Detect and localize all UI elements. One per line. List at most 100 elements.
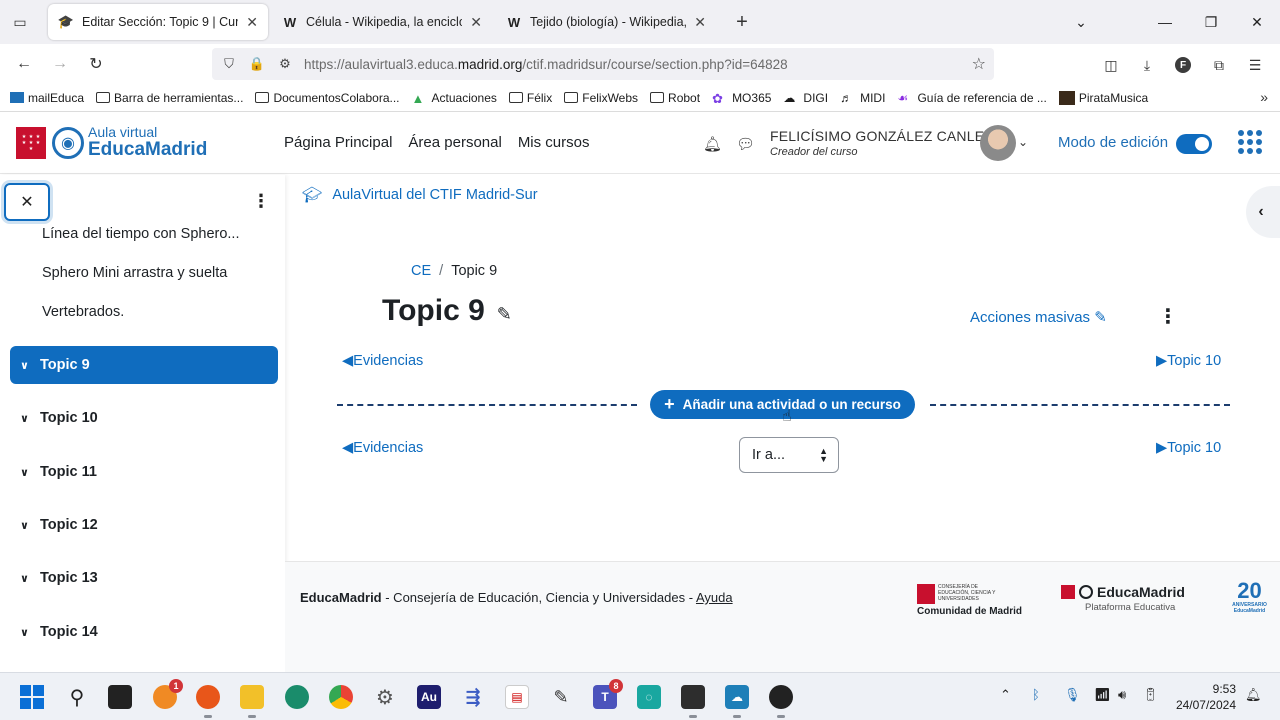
inkscape-icon[interactable]: ✎	[549, 685, 573, 709]
drawer-section-topic-12[interactable]: ∨ Topic 12	[10, 506, 278, 544]
edit-pencil-icon[interactable]: ✎	[497, 304, 512, 325]
drawer-options-icon[interactable]: ⋮	[252, 191, 270, 212]
system-clock[interactable]: 9:53 24/07/2024	[1172, 681, 1236, 713]
bookmark-star-icon[interactable]: ☆	[972, 54, 986, 74]
bookmarks-overflow-icon[interactable]: »	[1260, 89, 1268, 105]
audition-icon[interactable]: Au	[417, 685, 441, 709]
nav-pagina-principal[interactable]: Página Principal	[284, 134, 392, 151]
bookmark-folder[interactable]: FelixWebs	[564, 91, 638, 105]
chevron-down-icon[interactable]: ∨	[20, 626, 40, 639]
chevron-down-icon[interactable]: ∨	[20, 572, 40, 585]
microphone-icon[interactable]: 🎙︎	[1064, 687, 1081, 703]
edge-icon[interactable]	[285, 685, 309, 709]
chevron-down-icon[interactable]: ∨	[20, 466, 40, 479]
bookmark-guia[interactable]: ☙ Guía de referencia de ...	[897, 91, 1046, 105]
back-arrow-icon[interactable]: ←	[12, 52, 36, 76]
educamadrid-logo[interactable]: ★ ★ ★ ★ ★ ★ ★ ◉ Aula virtual EducaMadrid	[16, 125, 207, 161]
permissions-icon[interactable]: ⚙	[274, 56, 296, 72]
tab-editar-seccion[interactable]: 🎓 Editar Sección: Topic 9 | Curso e ✕	[48, 4, 268, 40]
tray-chevron-up-icon[interactable]: ⌃	[1000, 687, 1011, 703]
lock-icon[interactable]: 🔒	[246, 56, 268, 72]
nav-area-personal[interactable]: Área personal	[408, 134, 501, 151]
reload-icon[interactable]: ↻	[84, 52, 108, 76]
close-tab-icon[interactable]: ✕	[470, 14, 482, 31]
jump-to-select[interactable]: Ir a... ▲ ▼	[739, 437, 839, 473]
chevron-down-icon[interactable]: ⌄	[1018, 135, 1028, 149]
bookmark-midi[interactable]: ♬ MIDI	[840, 91, 885, 105]
battery-icon[interactable]: 🔋︎	[1142, 687, 1159, 703]
minimize-icon[interactable]: —	[1142, 0, 1188, 44]
chevron-down-icon[interactable]: ∨	[20, 519, 40, 532]
bookmark-folder[interactable]: Félix	[508, 91, 552, 105]
tab-celula[interactable]: W Célula - Wikipedia, la enciclope ✕	[272, 4, 492, 40]
tab-overflow-chevron-icon[interactable]: ⌄	[1058, 0, 1104, 44]
obs-icon[interactable]	[769, 685, 793, 709]
bookmark-digi[interactable]: ☁ DIGI	[783, 91, 828, 105]
drawer-section-topic-13[interactable]: ∨ Topic 13	[10, 559, 278, 597]
prev-section-link[interactable]: ◀Evidencias	[342, 353, 423, 369]
notes-app-icon[interactable]	[681, 685, 705, 709]
help-link[interactable]: Ayuda	[696, 590, 733, 605]
shield-icon[interactable]: ⛉	[218, 56, 240, 72]
url-text[interactable]: https://aulavirtual3.educa.madrid.org/ct…	[304, 57, 788, 72]
notification-bell-icon[interactable]: 🔔︎	[1245, 687, 1262, 703]
firefox-icon[interactable]	[196, 685, 220, 709]
drawer-section-topic-14[interactable]: ∨ Topic 14	[10, 613, 278, 651]
user-menu[interactable]: FELICÍSIMO GONZÁLEZ CANLE Creador del cu…	[770, 128, 984, 158]
bell-icon[interactable]: 🔔︎	[703, 135, 722, 153]
prev-section-link-bottom[interactable]: ◀Evidencias	[342, 440, 423, 456]
tab-list-icon[interactable]: ▭	[0, 0, 40, 44]
file-explorer-icon[interactable]	[240, 685, 264, 709]
drawer-activity-item[interactable]: Vertebrados.	[42, 304, 124, 320]
document-app-icon[interactable]: ▤	[505, 685, 529, 709]
close-tab-icon[interactable]: ✕	[246, 14, 258, 31]
bookmark-pirata[interactable]: PirataMusica	[1058, 90, 1148, 105]
profile-avatar-icon[interactable]: F	[1172, 54, 1194, 76]
drawer-section-topic-11[interactable]: ∨ Topic 11	[10, 453, 278, 491]
bulk-actions-link[interactable]: Acciones masivas ✎	[970, 308, 1107, 326]
speaker-icon[interactable]: 🔊︎	[1118, 687, 1126, 703]
chevron-down-icon[interactable]: ∨	[20, 359, 40, 372]
power-automate-icon[interactable]: ⇶	[461, 685, 485, 709]
section-options-icon[interactable]: ⋮	[1158, 304, 1178, 329]
next-section-link-bottom[interactable]: ▶Topic 10	[1156, 440, 1221, 456]
close-tab-icon[interactable]: ✕	[694, 14, 706, 31]
drawer-activity-item[interactable]: Línea del tiempo con Sphero...	[42, 226, 240, 242]
pocket-icon[interactable]: ◫	[1100, 54, 1122, 76]
bluetooth-icon[interactable]: ᛒ	[1032, 687, 1040, 702]
edu-app-icon[interactable]: ◌	[637, 685, 661, 709]
bookmark-m365[interactable]: ✿ MO365	[712, 91, 771, 106]
bookmark-mail[interactable]: mailEduca	[10, 91, 84, 105]
bookmark-folder[interactable]: Robot	[650, 91, 700, 105]
breadcrumb-parent[interactable]: CE	[411, 263, 431, 279]
drawer-section-topic-9[interactable]: ∨ Topic 9	[10, 346, 278, 384]
windows-start-icon[interactable]	[20, 685, 44, 709]
extensions-icon[interactable]: ⧉	[1208, 54, 1230, 76]
close-drawer-button[interactable]: ✕	[4, 183, 50, 221]
wifi-icon[interactable]: 📶︎	[1094, 687, 1111, 703]
chevron-down-icon[interactable]: ∨	[20, 412, 40, 425]
tab-tejido[interactable]: W Tejido (biología) - Wikipedia, la ✕	[496, 4, 716, 40]
bookmark-folder[interactable]: DocumentosColabora...	[255, 91, 400, 105]
avatar[interactable]	[980, 125, 1016, 161]
forward-arrow-icon[interactable]: →	[48, 52, 72, 76]
teams-icon[interactable]: T8	[593, 679, 623, 709]
window-close-icon[interactable]: ✕	[1234, 0, 1280, 44]
comunidad-madrid-logo[interactable]: CONSEJERÍA DE EDUCACIÓN, CIENCIA Y UNIVE…	[917, 584, 1022, 617]
settings-gear-icon[interactable]: ⚙	[373, 685, 397, 709]
apps-grid-icon[interactable]	[1238, 130, 1262, 154]
bookmark-folder[interactable]: Barra de herramientas...	[96, 91, 243, 105]
search-icon[interactable]: ⚲	[65, 685, 89, 709]
site-link[interactable]: 🎓︎ AulaVirtual del CTIF Madrid-Sur	[302, 185, 538, 205]
edit-mode-toggle[interactable]	[1176, 134, 1212, 154]
drawer-activity-item[interactable]: Sphero Mini arrastra y suelta	[42, 265, 227, 281]
chrome-icon[interactable]	[329, 685, 353, 709]
menu-hamburger-icon[interactable]: ☰	[1244, 54, 1266, 76]
bookmark-drive[interactable]: ▲ Actuaciones	[412, 91, 497, 106]
restore-icon[interactable]: ❐	[1188, 0, 1234, 44]
cloud-app-icon[interactable]: ☁	[725, 685, 749, 709]
url-bar[interactable]: ⛉ 🔒 ⚙ https://aulavirtual3.educa.madrid.…	[212, 48, 994, 80]
chat-bubble-icon[interactable]: 💬︎	[736, 135, 755, 153]
downloads-icon[interactable]: ⤓	[1136, 54, 1158, 76]
drawer-section-topic-10[interactable]: ∨ Topic 10	[10, 399, 278, 437]
